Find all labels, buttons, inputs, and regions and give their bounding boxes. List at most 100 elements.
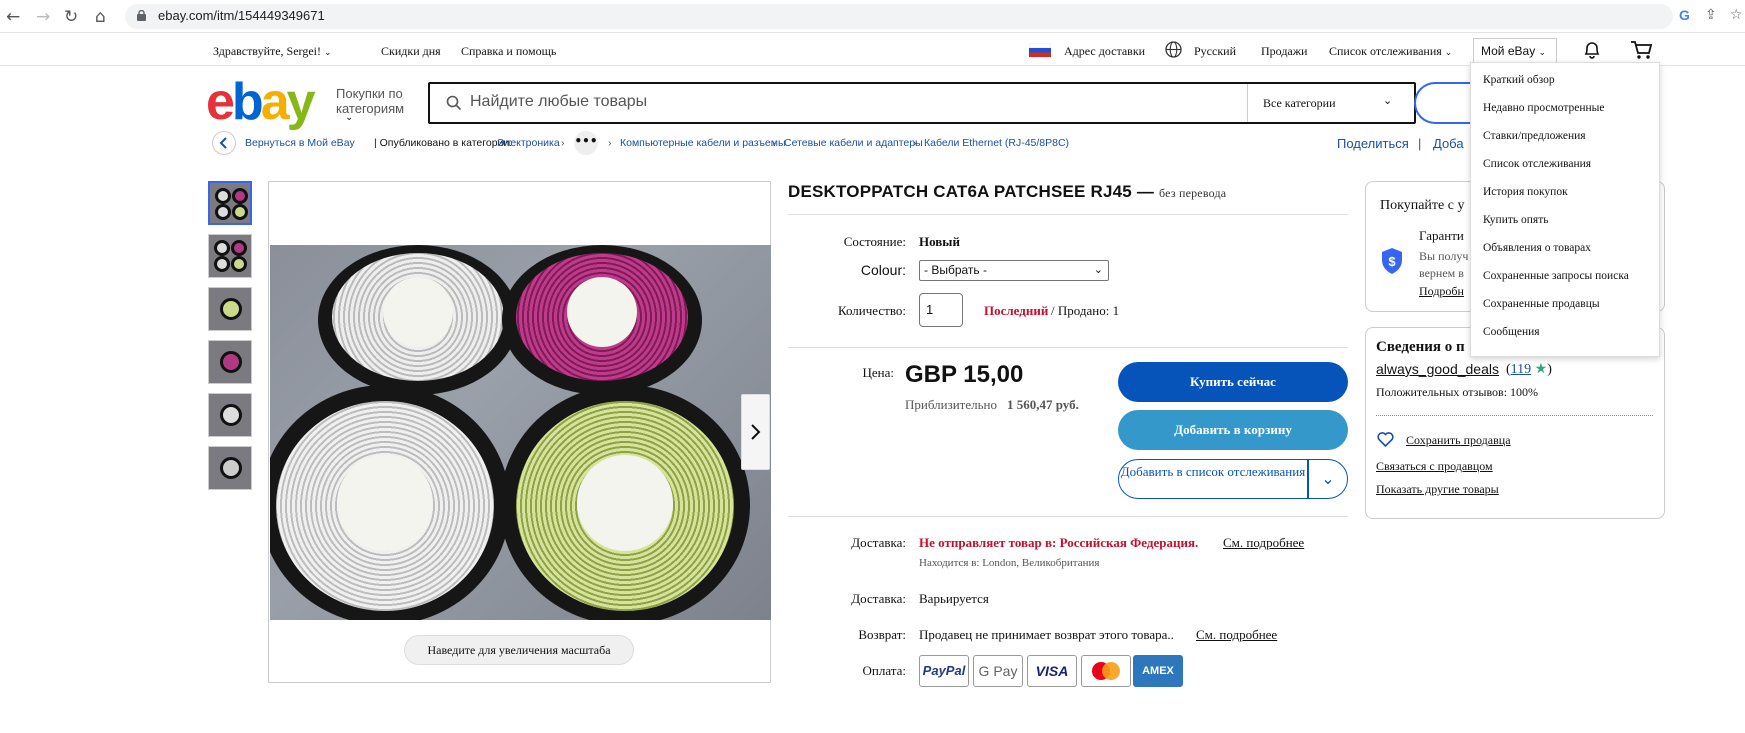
delivery-label: Доставка: <box>851 535 906 550</box>
add-to-cart-button[interactable]: Добавить в корзину <box>1118 410 1348 450</box>
menu-item-purchase-history[interactable]: История покупок <box>1483 186 1568 198</box>
separator: | <box>1418 136 1422 151</box>
forward-arrow-icon[interactable]: → <box>36 7 50 27</box>
greeting-link[interactable]: Здравствуйте, Sergei! ⌄ <box>213 44 332 59</box>
chevron-down-icon: ⌄ <box>345 112 354 123</box>
thumbnail-1[interactable] <box>208 181 252 225</box>
menu-item-watchlist[interactable]: Список отслеживания <box>1483 158 1591 170</box>
guarantee-line-2: вернем в <box>1419 266 1464 280</box>
ebay-logo[interactable]: ebay <box>206 74 316 130</box>
breadcrumb-item-2[interactable]: Сетевые кабели и адаптеры <box>784 137 923 149</box>
add-to-watchlist-button[interactable]: Добавить в список отслеживания <box>1118 459 1308 499</box>
watchlist-link[interactable]: Список отслеживания ⌄ <box>1329 44 1452 59</box>
menu-item-messages[interactable]: Сообщения <box>1483 326 1540 338</box>
menu-item-summary[interactable]: Краткий обзор <box>1483 74 1555 86</box>
more-breadcrumbs-icon[interactable]: ••• <box>574 131 598 155</box>
quantity-label: Количество: <box>837 303 906 318</box>
menu-item-buy-again[interactable]: Купить опять <box>1483 214 1548 226</box>
google-icon[interactable]: G <box>1679 7 1690 23</box>
returns-value: Продавец не принимает возврат этого това… <box>919 627 1174 642</box>
back-arrow-icon[interactable]: ← <box>6 7 20 27</box>
menu-item-saved-sellers[interactable]: Сохраненные продавцы <box>1483 298 1600 310</box>
guarantee-more-link[interactable]: Подробн <box>1419 284 1464 299</box>
sold-count: / Продано: 1 <box>1051 303 1120 318</box>
published-label: | Опубликовано в категории: <box>374 137 513 149</box>
item-location: Находится в: London, Великобритания <box>919 557 1100 569</box>
back-to-my-ebay-link[interactable]: Вернуться в Мой eBay <box>245 137 355 149</box>
category-divider <box>1247 84 1248 122</box>
zoom-hint: Наведите для увеличения масштаба <box>404 635 634 665</box>
chevron-right-icon: › <box>608 137 612 149</box>
chevron-down-icon: ⌄ <box>324 48 332 58</box>
returns-details-link[interactable]: См. подробнее <box>1196 627 1277 643</box>
thumbnail-3[interactable] <box>208 287 252 331</box>
divider <box>788 516 1348 517</box>
help-link[interactable]: Справка и помощь <box>461 44 556 59</box>
guarantee-title: Гаранти <box>1419 228 1464 243</box>
seller-name-link[interactable]: always_good_deals <box>1376 361 1499 377</box>
language-link[interactable]: Русский <box>1194 44 1236 59</box>
chevron-down-icon: ⌄ <box>1093 263 1103 276</box>
selling-link[interactable]: Продажи <box>1261 44 1307 59</box>
price-label: Цена: <box>862 365 895 380</box>
breadcrumb-item-3[interactable]: Кабели Ethernet (RJ-45/8P8C) <box>924 137 1069 149</box>
positive-feedback: Положительных отзывов: 100% <box>1376 385 1539 399</box>
add-to-collection-link[interactable]: Доба <box>1433 136 1464 151</box>
delivery-value-2: Варьируется <box>919 591 989 606</box>
share-icon[interactable]: ⇪ <box>1705 7 1717 23</box>
breadcrumb-item-0[interactable]: Электроника <box>497 137 560 149</box>
delivery-label-2: Доставка: <box>851 591 906 606</box>
daily-deals-link[interactable]: Скидки дня <box>381 44 441 59</box>
heart-icon <box>1377 432 1394 448</box>
thumbnail-6[interactable] <box>208 446 252 490</box>
russia-flag-icon <box>1028 42 1052 57</box>
menu-item-recently-viewed[interactable]: Недавно просмотренные <box>1483 102 1605 114</box>
buy-now-button[interactable]: Купить сейчас <box>1118 362 1348 402</box>
home-icon[interactable]: ⌂ <box>95 7 106 27</box>
svg-text:$: $ <box>1388 254 1396 269</box>
star-icon[interactable]: ☆ <box>1730 7 1743 23</box>
save-seller-link[interactable]: Сохранить продавца <box>1406 433 1511 448</box>
feedback-score[interactable]: (119 ★) <box>1506 361 1552 378</box>
chevron-right-icon: › <box>561 137 565 149</box>
menu-item-listings[interactable]: Объявления о товарах <box>1483 242 1591 254</box>
delivery-details-link[interactable]: См. подробнее <box>1223 535 1304 551</box>
bell-icon[interactable] <box>1582 40 1602 60</box>
thumbnail-4[interactable] <box>208 340 252 384</box>
colour-select[interactable]: - Выбрать - ⌄ <box>919 260 1109 281</box>
guarantee-line-1: Вы получ <box>1419 249 1469 263</box>
next-image-button[interactable] <box>741 394 770 470</box>
product-photo[interactable] <box>270 245 771 620</box>
buy-conf-title: Покупайте с у <box>1380 198 1465 213</box>
approx-price: 1 560,47 руб. <box>1007 397 1079 412</box>
breadcrumb-item-1[interactable]: Компьютерные кабели и разъемы <box>620 137 786 149</box>
contact-seller-link[interactable]: Связаться с продавцом <box>1376 459 1493 474</box>
quantity-input[interactable]: 1 <box>919 293 963 327</box>
no-ship-text: Не отправляет товар в: Российская Федера… <box>919 535 1199 550</box>
chevron-right-icon: › <box>913 137 917 149</box>
payment-label: Оплата: <box>862 663 907 678</box>
search-button[interactable] <box>1414 82 1474 124</box>
menu-item-bids-offers[interactable]: Ставки/предложения <box>1483 130 1586 142</box>
thumbnail-2[interactable] <box>208 234 252 278</box>
category-select[interactable]: Все категории <box>1263 96 1336 111</box>
other-items-link[interactable]: Показать другие товары <box>1376 482 1499 497</box>
divider <box>788 347 1348 348</box>
star-icon: ★ <box>1534 361 1548 377</box>
reload-icon[interactable]: ↻ <box>64 7 78 27</box>
cart-icon[interactable] <box>1630 40 1654 60</box>
ship-to-link[interactable]: Адрес доставки <box>1064 44 1145 59</box>
paypal-icon: PayPal <box>919 655 969 687</box>
address-bar[interactable] <box>125 4 1673 29</box>
menu-item-saved-searches[interactable]: Сохраненные запросы поиска <box>1483 270 1629 282</box>
back-button[interactable] <box>212 131 236 155</box>
condition-value: Новый <box>919 234 960 249</box>
share-link[interactable]: Поделиться <box>1337 136 1409 151</box>
watchlist-dropdown-button[interactable]: ⌄ <box>1308 459 1348 499</box>
condition-label: Состояние: <box>843 234 906 249</box>
search-input[interactable]: Найдите любые товары <box>470 93 647 111</box>
my-ebay-label[interactable]: Мой eBay ⌄ <box>1481 44 1546 58</box>
thumbnail-5[interactable] <box>208 393 252 437</box>
last-one-text: Последний <box>984 303 1049 318</box>
product-title: DESKTOPPATCH CAT6A PATCHSEE RJ45 — без п… <box>788 182 1227 201</box>
